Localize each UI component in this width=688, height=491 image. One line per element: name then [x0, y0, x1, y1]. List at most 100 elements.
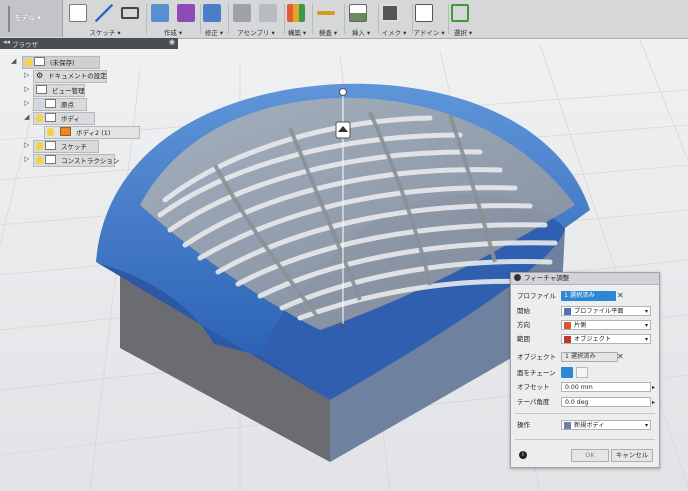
expand-triangle-icon[interactable]: ◢	[24, 113, 29, 121]
dialog-collapse-icon[interactable]	[514, 274, 521, 281]
profile-row: プロファイル 1 選択済み ✕	[515, 290, 655, 302]
workspace-selector[interactable]: モデル ▾	[0, 0, 63, 37]
modify-group[interactable]: 修正 ▾	[200, 2, 228, 37]
chain-row: 面をチェーン	[515, 367, 655, 379]
divider	[515, 413, 655, 414]
clear-profile-icon[interactable]: ✕	[617, 290, 624, 302]
expand-triangle-icon[interactable]: ▷	[24, 71, 29, 79]
construct-icon[interactable]	[287, 4, 305, 22]
separator	[344, 4, 345, 34]
extent-label: 範囲	[517, 335, 530, 343]
object-label: オブジェクト	[517, 353, 556, 361]
start-dropdown[interactable]: プロファイル平面 ▾	[561, 306, 651, 316]
chevron-down-icon: ▾	[644, 422, 648, 429]
profile-select-button[interactable]: 1 選択済み	[561, 291, 616, 301]
sketch-icon[interactable]	[69, 4, 87, 22]
visibility-bulb-icon[interactable]	[47, 128, 54, 136]
taper-label: テーパ角度	[517, 398, 550, 406]
chevron-down-icon[interactable]: ▸	[652, 397, 655, 409]
chevron-down-icon[interactable]: ▸	[652, 382, 655, 394]
workspace-label: モデル ▾	[14, 14, 41, 22]
sculpt-icon[interactable]	[177, 4, 196, 22]
extent-value: オブジェクト	[574, 336, 612, 343]
profile-plane-icon	[564, 308, 571, 315]
object-select-button[interactable]: 1 選択済み	[561, 352, 618, 362]
tree-item-sketches[interactable]: スケッチ	[33, 140, 99, 153]
visibility-bulb-icon[interactable]	[25, 58, 32, 66]
operation-row: 操作 新規ボディ ▾	[515, 419, 655, 431]
folder-icon	[45, 155, 56, 164]
visibility-bulb-icon[interactable]	[36, 156, 43, 164]
taper-input[interactable]: 0.0 deg	[561, 397, 651, 407]
ok-button[interactable]: OK	[571, 449, 609, 462]
tree-item-root[interactable]: (未保存)	[22, 56, 100, 69]
addin-group-label: アドイン ▾	[413, 29, 445, 37]
expand-triangle-icon[interactable]: ▷	[24, 141, 29, 149]
operation-dropdown[interactable]: 新規ボディ ▾	[561, 420, 651, 430]
tree-item-label: ドキュメントの設定	[48, 72, 107, 80]
line-icon[interactable]	[95, 4, 114, 22]
rectangle-icon[interactable]	[121, 7, 140, 19]
expand-triangle-icon[interactable]: ▷	[24, 85, 29, 93]
select-group[interactable]: 選択 ▾	[448, 2, 478, 37]
tree-item-label: 原点	[61, 101, 74, 109]
insert-group-label: 挿入 ▾	[351, 29, 371, 37]
expand-triangle-icon[interactable]: ▷	[24, 99, 29, 107]
visibility-bulb-icon[interactable]	[36, 142, 43, 150]
browser-header[interactable]: ◂◂ ブラウザ ◉	[0, 38, 178, 49]
inspect-group[interactable]: 検査 ▾	[314, 2, 342, 37]
image-group[interactable]: イメク ▾	[378, 2, 410, 37]
clear-object-icon[interactable]: ✕	[617, 351, 624, 363]
body-icon	[60, 127, 71, 136]
tree-item-named-views[interactable]: ビュー管理	[33, 84, 85, 97]
insert-icon[interactable]	[349, 4, 367, 22]
start-label: 開始	[517, 307, 530, 315]
chain-faces-on-button[interactable]	[561, 367, 573, 378]
visibility-bulb-icon[interactable]	[36, 114, 43, 122]
expand-triangle-icon[interactable]: ◢	[11, 57, 16, 65]
construct-group[interactable]: 構築 ▾	[284, 2, 310, 37]
direction-dropdown[interactable]: 片側 ▾	[561, 320, 651, 330]
start-value: プロファイル平面	[574, 308, 624, 315]
expand-triangle-icon[interactable]: ▷	[24, 155, 29, 163]
dialog-header[interactable]: フィーチャ調整	[511, 273, 659, 285]
tree-item-body2[interactable]: ボディ2 (1)	[44, 126, 140, 139]
chain-faces-off-button[interactable]	[576, 367, 588, 378]
insert-group[interactable]: 挿入 ▾	[346, 2, 376, 37]
new-body-icon	[564, 422, 571, 429]
create-group[interactable]: 作成 ▾	[148, 2, 198, 37]
pin-icon[interactable]: ◉	[169, 38, 175, 46]
gear-icon: ⚙	[36, 71, 44, 80]
offset-input[interactable]: 0.00 mm	[561, 382, 651, 392]
visibility-bulb-icon[interactable]	[36, 100, 43, 108]
tree-item-construction[interactable]: コンストラクション	[33, 154, 119, 167]
select-icon[interactable]	[451, 4, 469, 22]
chain-label: 面をチェーン	[517, 369, 556, 377]
tree-item-origin[interactable]: 原点	[33, 98, 87, 111]
tree-item-document-settings[interactable]: ⚙ ドキュメントの設定	[33, 70, 107, 83]
operation-value: 新規ボディ	[574, 422, 605, 429]
addin-group[interactable]: アドイン ▾	[412, 2, 446, 37]
info-icon[interactable]: i	[519, 451, 527, 459]
image-icon[interactable]	[381, 4, 399, 22]
collapse-icon[interactable]: ◂◂	[3, 38, 10, 46]
object-row: オブジェクト 1 選択済み ✕	[515, 351, 655, 363]
inspect-icon[interactable]	[317, 11, 335, 15]
assembly-icon[interactable]	[233, 4, 251, 22]
extrude-icon[interactable]	[151, 4, 169, 22]
modify-icon[interactable]	[203, 4, 221, 22]
extent-row: 範囲 オブジェクト ▾	[515, 333, 655, 345]
divider	[515, 439, 655, 440]
extent-dropdown[interactable]: オブジェクト ▾	[561, 334, 651, 344]
offset-row: オフセット 0.00 mm ▸	[515, 381, 655, 393]
joint-icon[interactable]	[259, 4, 278, 22]
cancel-button[interactable]: キャンセル	[611, 449, 653, 462]
assembly-group-label: アセンブリ ▾	[237, 29, 275, 37]
assembly-group[interactable]: アセンブリ ▾	[230, 2, 282, 37]
direction-label: 方向	[517, 321, 530, 329]
addin-icon[interactable]	[415, 4, 433, 22]
folder-icon	[45, 113, 56, 122]
sketch-group[interactable]: スケッチ ▾	[66, 2, 144, 37]
tree-item-bodies[interactable]: ボディ	[33, 112, 95, 125]
separator	[312, 4, 313, 34]
